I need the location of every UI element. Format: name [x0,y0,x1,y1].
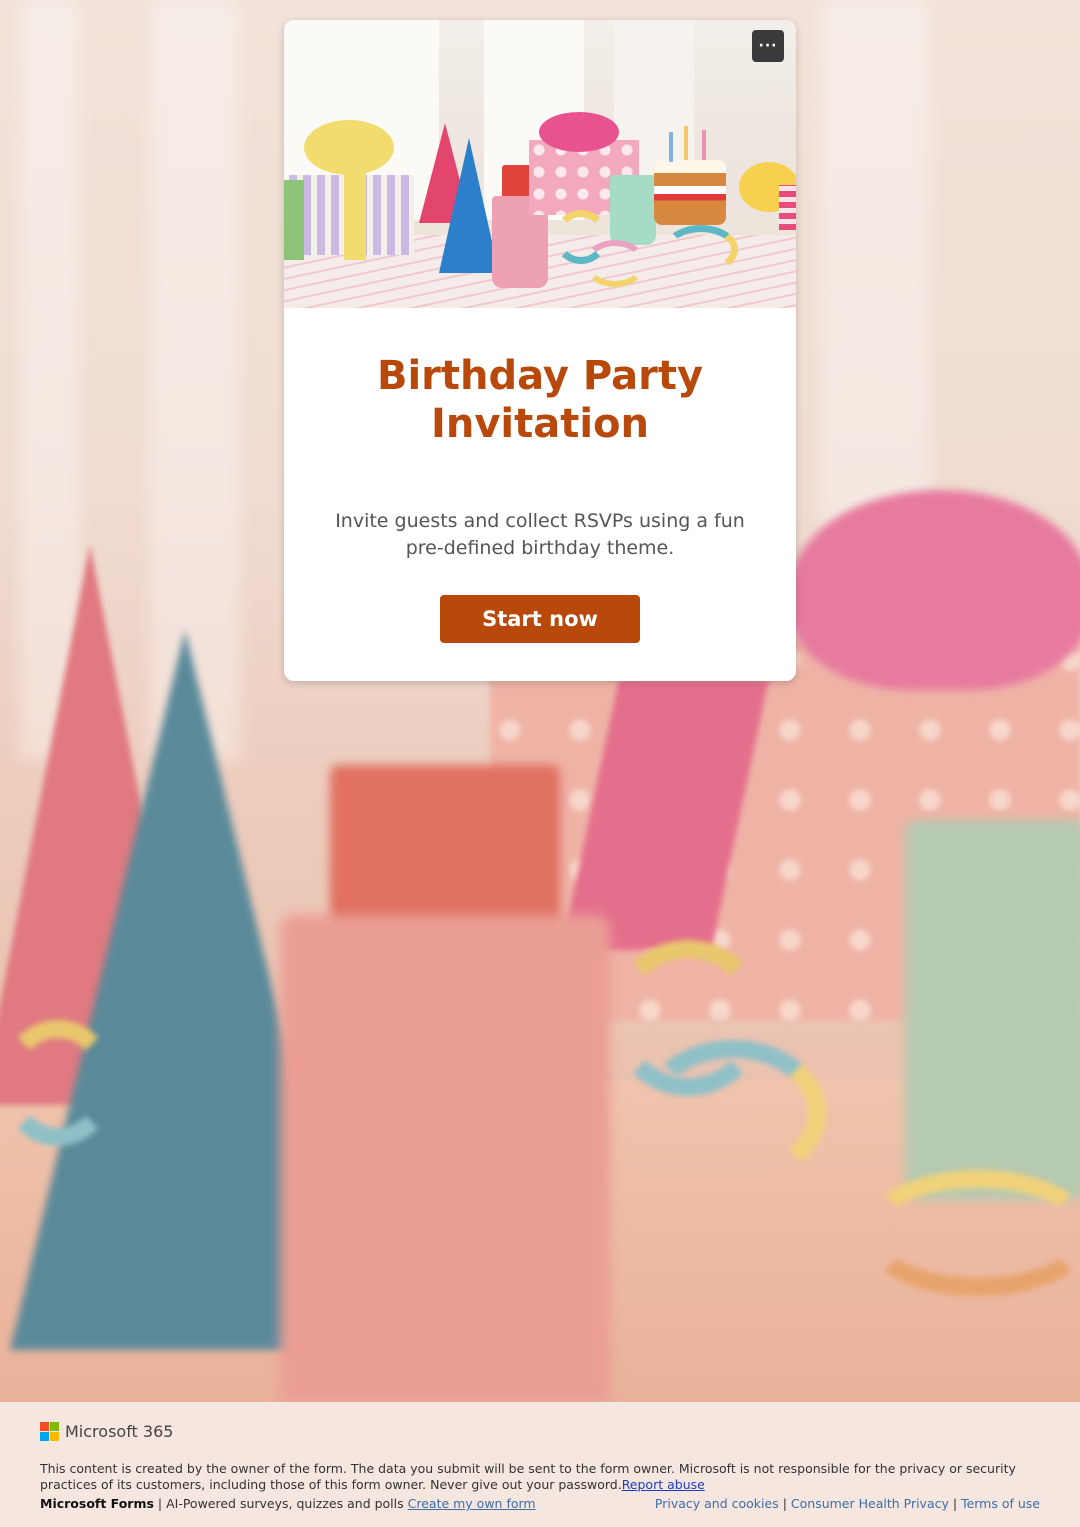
terms-of-use-link[interactable]: Terms of use [961,1496,1040,1511]
footer-product-info: Microsoft Forms | AI-Powered surveys, qu… [40,1496,536,1511]
hero-mint-cup [610,175,656,245]
more-options-button[interactable]: ··· [752,30,784,62]
form-welcome-card: ··· Birthday Party Invitation Invite gue… [284,20,796,681]
card-body: Birthday Party Invitation Invite guests … [284,352,796,643]
form-description: Invite guests and collect RSVPs using a … [335,510,745,559]
consumer-health-privacy-link[interactable]: Consumer Health Privacy [791,1496,949,1511]
hero-pink-bow [539,112,619,152]
background-bow [790,490,1080,690]
background-pink-cup [280,915,610,1402]
disclaimer-text: This content is created by the owner of … [40,1461,1016,1492]
hero-blue-hat [439,138,499,273]
hero-candle [684,126,688,160]
hero-candle [669,132,673,162]
footer: Microsoft 365 This content is created by… [0,1402,1080,1527]
background-streamer [0,1020,116,1146]
background-mint-cup [905,820,1080,1200]
hero-streamer [664,225,738,274]
start-now-button[interactable]: Start now [440,595,640,643]
hero-birthday-cake [654,160,726,225]
hero-striped-gift-right [779,185,796,230]
background-streamer [860,1170,1080,1296]
report-abuse-link[interactable]: Report abuse [622,1477,705,1492]
product-name: Microsoft Forms [40,1496,154,1511]
footer-legal-links: Privacy and cookies | Consumer Health Pr… [655,1496,1040,1511]
hero-yellow-ribbon [344,160,366,260]
background-streamer [640,1040,826,1186]
disclaimer: This content is created by the owner of … [40,1461,1050,1493]
brand-name: Microsoft 365 [65,1422,174,1441]
microsoft-logo-icon [40,1422,59,1441]
form-title: Birthday Party Invitation [376,353,704,447]
hero-candle [702,130,706,160]
more-options-icon: ··· [758,38,778,54]
link-separator: | [778,1496,791,1511]
header-image: ··· [284,20,796,308]
hero-green-cup [284,180,304,260]
product-tagline: | AI-Powered surveys, quizzes and polls [153,1496,408,1511]
privacy-cookies-link[interactable]: Privacy and cookies [655,1496,779,1511]
link-separator: | [948,1496,962,1511]
microsoft-365-logo: Microsoft 365 [40,1422,173,1441]
hero-streamer [584,240,646,287]
create-own-form-link[interactable]: Create my own form [408,1496,536,1511]
